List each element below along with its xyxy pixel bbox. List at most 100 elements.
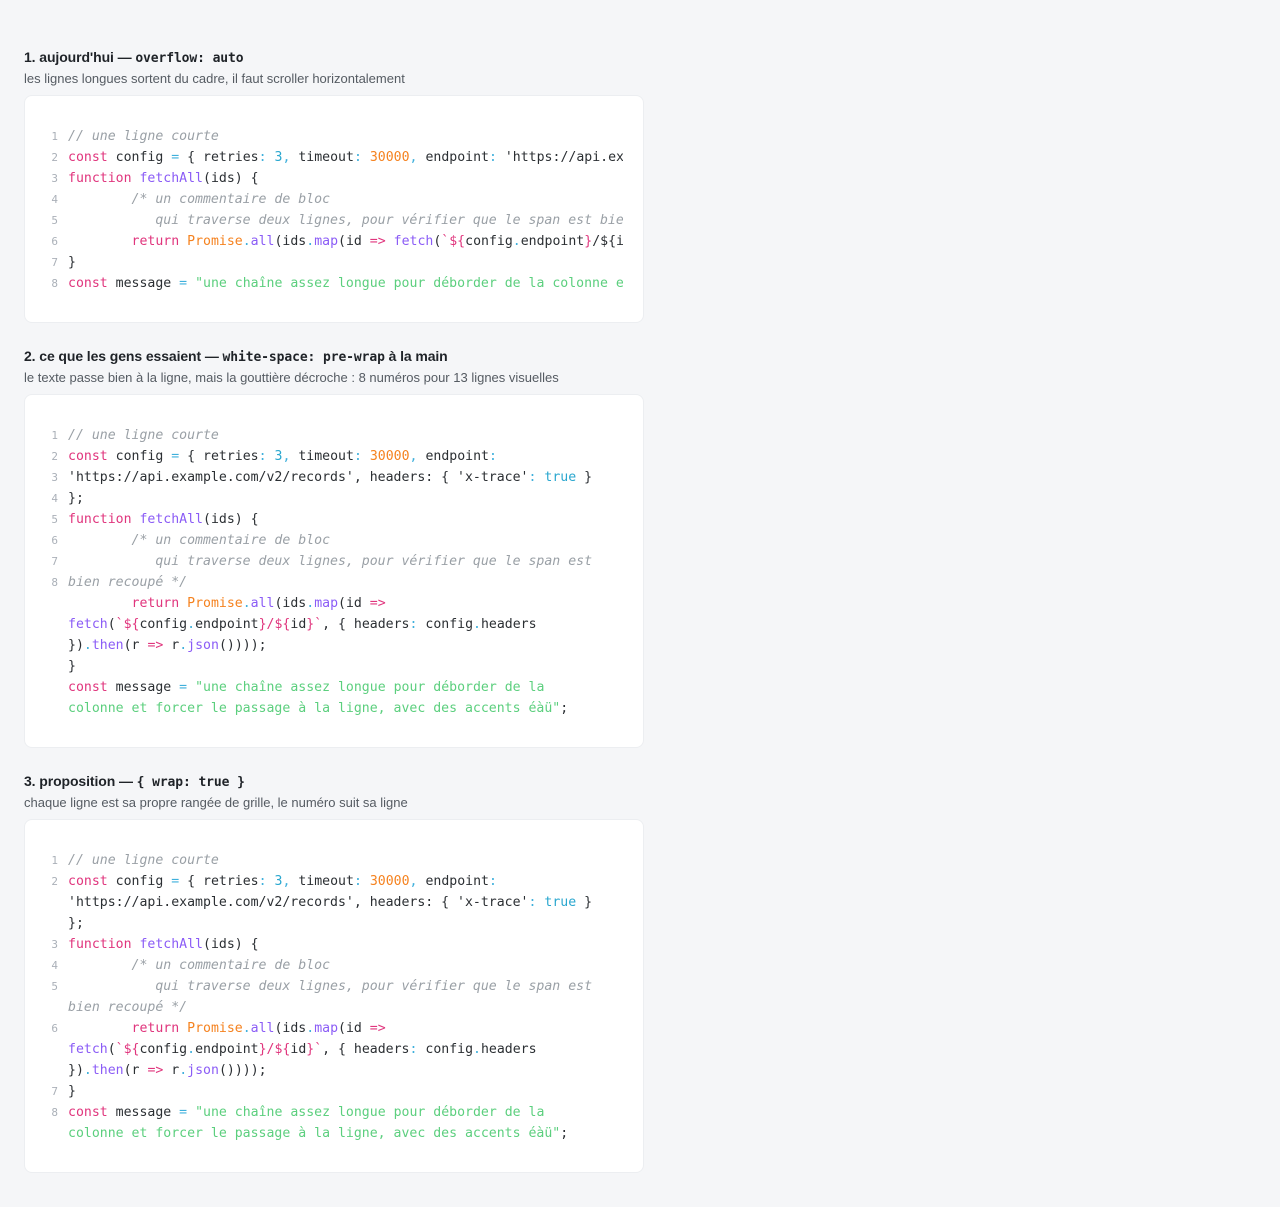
code-block: 1 // une ligne courte 2 const config = { re…	[25, 425, 623, 719]
code-line: return Promise.all(ids.map(id =>	[25, 593, 623, 614]
code-line: bien recoupé */	[25, 997, 623, 1018]
section-title: 1. aujourd'hui — overflow: auto	[24, 49, 244, 66]
code-line: 3 function fetchAll(ids) {	[25, 934, 623, 955]
line-number: 7	[51, 256, 58, 269]
code-line: 1 // une ligne courte	[25, 126, 623, 147]
code-token: .	[187, 617, 196, 632]
code-token: ())));	[218, 1063, 267, 1078]
code-token: true	[544, 470, 577, 485]
code-token: endpoint	[417, 449, 489, 464]
code-line: 7 qui traverse deux lignes, pour vérifie…	[25, 551, 623, 572]
line-number: 3	[51, 172, 58, 185]
line-number: 8	[51, 277, 58, 290]
code-token: config	[139, 617, 188, 632]
code-line: fetch(`${config.endpoint}/${id}`, { head…	[25, 614, 623, 635]
section-overflow-auto: 1. aujourd'hui — overflow: auto les lign…	[24, 48, 644, 87]
code-token: .	[179, 1063, 188, 1078]
code-token: /* un commentaire de bloc	[68, 533, 331, 548]
line-number: 6	[51, 1022, 58, 1035]
code-token: }	[68, 255, 76, 270]
code-token: all	[250, 234, 275, 249]
code-panel-overflow-auto[interactable]: 1 // une ligne courte 2 const config = { re…	[24, 95, 644, 323]
code-token: then	[91, 1063, 124, 1078]
code-token: 30000	[369, 150, 410, 165]
code-token: (ids) {	[203, 512, 259, 527]
code-line: 1 // une ligne courte	[25, 425, 623, 446]
code-token: fetch	[68, 1042, 108, 1057]
line-code: function fetchAll(ids) {	[68, 168, 623, 189]
code-token: endpoint	[520, 234, 585, 249]
code-token: fetch	[393, 234, 434, 249]
code-token: timeout	[290, 874, 354, 889]
title-code: overflow: auto	[135, 51, 244, 66]
line-code: return Promise.all(ids.map(id =>	[68, 593, 623, 614]
line-code: const config = { retries: 3, timeout: 30…	[68, 871, 623, 892]
section-wrap-true: 3. proposition — { wrap: true } chaque l…	[24, 772, 644, 811]
code-token: .	[306, 234, 315, 249]
code-token: =	[179, 1105, 188, 1120]
code-token: "une chaîne assez longue pour déborder d…	[195, 1105, 545, 1120]
code-token: (r	[123, 1063, 148, 1078]
code-token: id	[290, 1042, 307, 1057]
code-line: 4 /* un commentaire de bloc	[25, 189, 623, 210]
code-token: const	[68, 276, 108, 291]
code-token: config	[465, 234, 513, 249]
section-title: 2. ce que les gens essaient — white-spac…	[24, 348, 448, 365]
code-token: ,	[409, 150, 418, 165]
code-token: :	[353, 449, 362, 464]
code-block: 1 // une ligne courte 2 const config = { re…	[25, 126, 623, 294]
line-number: 7	[51, 1085, 58, 1098]
code-token: Promise	[187, 1021, 243, 1036]
code-token: }/${	[258, 1042, 291, 1057]
code-token: /* un commentaire de bloc	[68, 192, 331, 207]
code-token: bien recoupé */	[68, 575, 188, 590]
code-token: }	[576, 470, 593, 485]
code-token: .	[512, 234, 521, 249]
code-token: }`	[306, 617, 323, 632]
code-line: 3 function fetchAll(ids) {	[25, 168, 623, 189]
line-code: 'https://api.example.com/v2/records', he…	[68, 467, 623, 488]
code-token: =	[179, 680, 188, 695]
line-code: }	[68, 656, 623, 677]
code-token: "une chaîne assez longue pour déborder d…	[195, 680, 545, 695]
line-number: 1	[51, 854, 58, 867]
code-panel-pre-wrap: 1 // une ligne courte 2 const config = { re…	[24, 394, 644, 748]
code-token: .	[83, 638, 92, 653]
code-token: }	[68, 1084, 76, 1099]
code-token: colonne et forcer le passage à la ligne,…	[68, 1126, 561, 1141]
code-token: :	[258, 150, 267, 165]
code-token: }`	[306, 1042, 323, 1057]
code-line: 7}	[25, 1081, 623, 1102]
code-token: =>	[369, 1021, 386, 1036]
code-line: 8 const message = "une chaîne assez longu…	[25, 1102, 623, 1123]
code-token: .	[242, 1021, 251, 1036]
line-number: 4	[51, 492, 58, 505]
code-token: , { headers	[322, 1042, 410, 1057]
code-token: 30000	[369, 874, 410, 889]
code-token: r	[163, 1063, 180, 1078]
code-token: }	[576, 895, 593, 910]
code-line: 'https://api.example.com/v2/records', he…	[25, 892, 623, 913]
line-code: qui traverse deux lignes, pour vérifier …	[68, 551, 623, 572]
code-token: colonne et forcer le passage à la ligne,…	[68, 701, 561, 716]
code-token: .	[306, 596, 315, 611]
line-number: 8	[51, 1106, 58, 1119]
code-token: =>	[147, 638, 164, 653]
code-token: r	[163, 638, 180, 653]
code-token: config	[417, 617, 474, 632]
title-code: white-space: pre-wrap	[222, 350, 385, 365]
code-token: `${	[441, 234, 466, 249]
code-line: 7}	[25, 252, 623, 273]
code-token: id	[290, 617, 307, 632]
code-token: (ids) {	[203, 937, 259, 952]
code-token: (ids	[274, 1021, 307, 1036]
section-title: 3. proposition — { wrap: true }	[24, 773, 245, 790]
code-line: };	[25, 913, 623, 934]
code-token: { retries	[179, 150, 259, 165]
line-number: 2	[51, 151, 58, 164]
code-token: endpoint	[195, 1042, 259, 1057]
code-token: function	[68, 512, 132, 527]
